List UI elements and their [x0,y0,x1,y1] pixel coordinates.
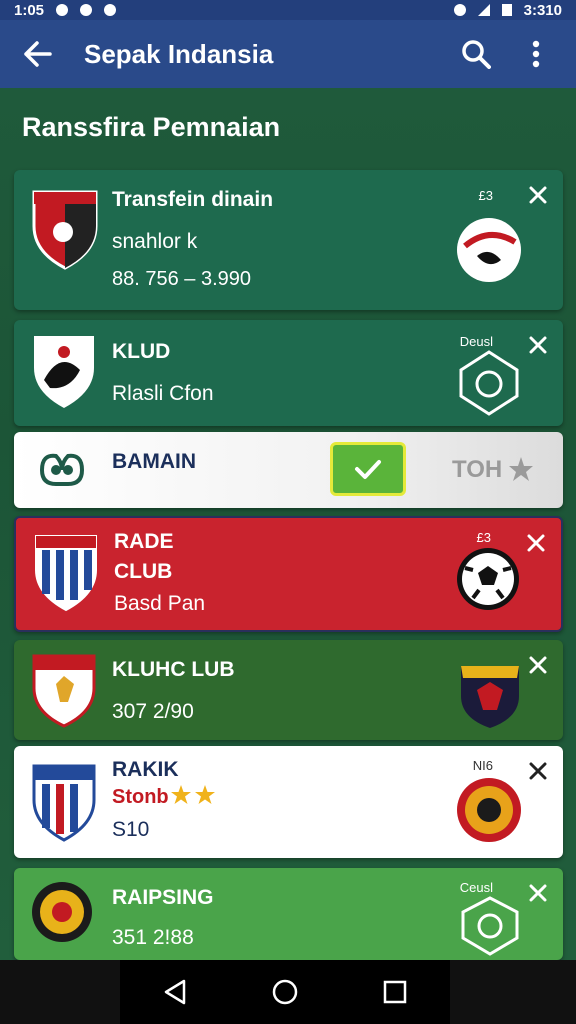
status-time-left: 1:05 [14,1,45,19]
club-logo-icon [457,778,521,842]
nav-home-button[interactable] [265,972,305,1012]
card-title: BAMAIN [112,450,196,473]
card-subtitle: Rlasli Cfon [112,382,214,405]
status-bar: 1:05 3:310 [0,0,576,20]
card-subtitle: Stonb [112,786,169,808]
status-left: 1:05 [14,1,117,19]
card-subtitle: Basd Pan [114,592,206,615]
card-tag: NI6 [472,758,493,773]
notification-icon-3 [104,4,117,16]
club-logo-icon [461,666,519,728]
star-icon[interactable] [508,456,534,482]
more-vertical-icon [532,40,540,68]
list-item[interactable]: Transfein dinain snahlor k 88. 756 – 3.9… [14,170,563,310]
nav-recents-icon [383,980,407,1004]
notification-icon-2 [80,4,93,16]
search-icon [462,40,491,69]
card-right-text: TOH [452,456,503,483]
card-tag: £3 [476,530,491,545]
app-bar: Sepak Indansia [0,20,576,88]
list-item[interactable]: KLUHC LUB 307 2/90 [14,640,563,740]
nav-buttons [120,960,450,1024]
club-crest-icon [35,535,97,612]
card-title: RAIPSING [112,886,214,909]
section-title: Ranssfira Pemnaian [22,112,281,142]
card-title: KLUD [112,340,171,363]
list-item[interactable]: KLUD Rlasli Cfon Deusl [14,320,563,426]
club-logo-icon [461,896,519,956]
club-logo-icon [457,218,521,282]
soccer-ball-icon [457,548,519,610]
overflow-menu-button[interactable] [514,32,558,76]
page-title: Sepak Indansia [84,38,274,69]
selected-checkbox[interactable] [330,442,406,496]
system-nav-bar [0,960,576,1024]
club-logo-icon [39,453,85,486]
close-icon[interactable] [525,532,547,554]
search-button[interactable] [454,32,498,76]
close-icon[interactable] [527,882,549,904]
signal-icon [477,4,490,16]
status-time-right: 3:310 [523,1,562,19]
club-logo-icon [459,350,519,416]
back-arrow-icon [24,41,52,67]
club-crest-icon [34,336,94,408]
card-title-2: CLUB [114,560,173,583]
nav-back-icon [164,979,186,1005]
card-title: RAKIK [112,758,179,781]
club-crest-icon [32,190,98,270]
card-tag: Ceusl [459,880,493,895]
list-item[interactable]: RAKIK Stonb S10 NI6 [14,746,563,858]
nav-back-button[interactable] [155,972,195,1012]
list-item[interactable]: RAIPSING 351 2!88 Ceusl [14,868,563,960]
card-value: 307 2/90 [112,700,194,723]
battery-icon [501,4,512,16]
card-tag: £3 [478,188,493,203]
close-icon[interactable] [527,654,549,676]
club-crest-icon [32,882,92,942]
card-title: RADE [114,530,174,553]
card-title: Transfein dinain [112,188,274,211]
card-value: 351 2!88 [112,926,194,949]
notification-icon [56,4,69,16]
close-icon[interactable] [527,184,549,206]
club-crest-icon [32,654,96,728]
list-item[interactable]: RADE CLUB Basd Pan £3 [14,516,563,632]
card-value: S10 [112,818,150,841]
nav-home-icon [272,979,298,1005]
card-value: 88. 756 – 3.990 [112,268,252,290]
wifi-icon [453,4,466,16]
card-title: KLUHC LUB [112,658,235,681]
back-button[interactable] [18,34,58,74]
close-icon[interactable] [527,760,549,782]
card-tag: Deusl [459,334,493,349]
nav-recents-button[interactable] [375,972,415,1012]
check-icon [355,460,381,479]
content-area: Ranssfira Pemnaian Transfein dinain snah… [0,88,576,960]
list-item[interactable]: BAMAIN TOH [14,432,563,508]
status-right: 3:310 [453,1,562,19]
club-crest-icon [32,764,96,842]
card-subtitle: snahlor k [112,230,198,253]
close-icon[interactable] [527,334,549,356]
rating-stars-icon [171,785,215,804]
